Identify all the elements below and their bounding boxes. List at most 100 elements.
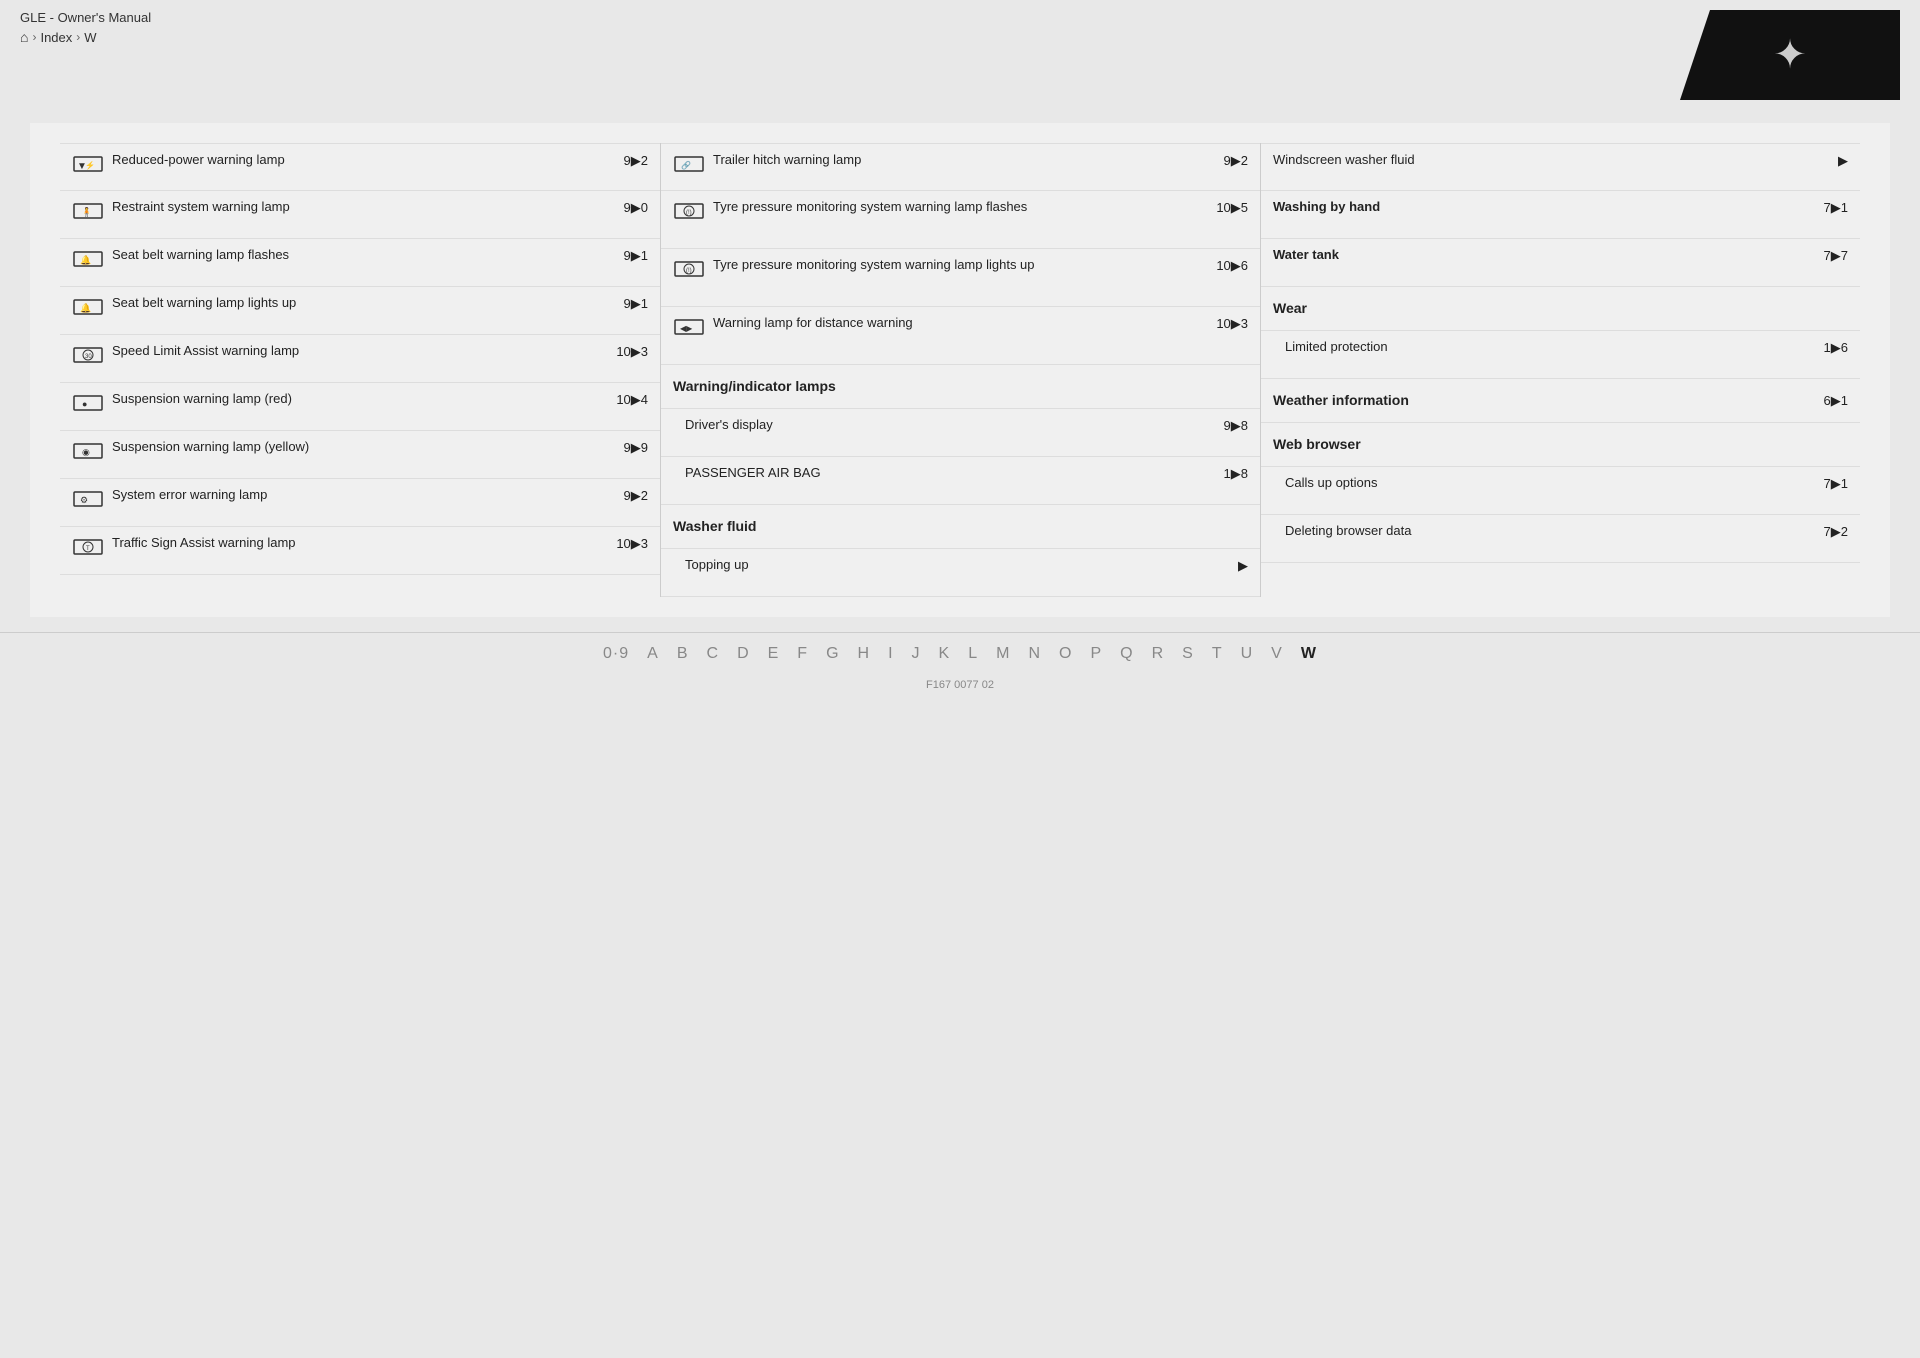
index-grid: ▼⚡ Reduced-power warning lamp 9▶2 🧍 Rest… <box>60 143 1860 597</box>
nav-item-l[interactable]: L <box>968 645 978 663</box>
nav-item-u[interactable]: U <box>1241 645 1254 663</box>
entry-page: 7▶2 <box>1818 524 1848 540</box>
nav-item-e[interactable]: E <box>768 645 780 663</box>
svg-text:⚙: ⚙ <box>80 495 88 505</box>
speed-limit-icon: 30 <box>72 344 104 366</box>
list-item[interactable]: (!) Tyre pressure monitoring system warn… <box>661 249 1260 307</box>
nav-item-d[interactable]: D <box>737 645 750 663</box>
entry-page: 10▶5 <box>1216 200 1248 216</box>
list-item[interactable]: 🔔 Seat belt warning lamp flashes 9▶1 <box>60 239 660 287</box>
list-item[interactable]: Limited protection 1▶6 <box>1261 331 1860 379</box>
nav-item-p[interactable]: P <box>1090 645 1102 663</box>
home-icon[interactable]: ⌂ <box>20 29 28 45</box>
document-title: GLE - Owner's Manual <box>20 10 151 25</box>
section-header-washer: Washer fluid <box>661 505 1260 549</box>
nav-item-o[interactable]: O <box>1059 645 1072 663</box>
list-item[interactable]: (!) Tyre pressure monitoring system warn… <box>661 191 1260 249</box>
list-item[interactable]: T Traffic Sign Assist warning lamp 10▶3 <box>60 527 660 575</box>
nav-item-09[interactable]: 0·9 <box>603 645 629 663</box>
entry-label: Speed Limit Assist warning lamp <box>112 343 608 360</box>
breadcrumb: ⌂ › Index › W <box>20 29 151 45</box>
page-header: GLE - Owner's Manual ⌂ › Index › W ✦ <box>0 0 1920 108</box>
nav-item-f[interactable]: F <box>797 645 808 663</box>
nav-item-g[interactable]: G <box>826 645 839 663</box>
list-item[interactable]: Windscreen washer fluid ▶ <box>1261 143 1860 191</box>
section-title: Web browser <box>1273 435 1848 453</box>
nav-item-t[interactable]: T <box>1212 645 1223 663</box>
breadcrumb-w[interactable]: W <box>84 30 96 45</box>
nav-item-b[interactable]: B <box>677 645 689 663</box>
nav-item-q[interactable]: Q <box>1120 645 1133 663</box>
nav-item-w[interactable]: W <box>1301 645 1317 663</box>
nav-item-v[interactable]: V <box>1271 645 1283 663</box>
entry-label: PASSENGER AIR BAG <box>685 465 1210 482</box>
nav-item-n[interactable]: N <box>1028 645 1041 663</box>
breadcrumb-index[interactable]: Index <box>40 30 72 45</box>
entry-label: Topping up <box>685 557 1210 574</box>
list-item[interactable]: ◉ Suspension warning lamp (yellow) 9▶9 <box>60 431 660 479</box>
entry-label: Seat belt warning lamp lights up <box>112 295 610 312</box>
list-item[interactable]: Driver's display 9▶8 <box>661 409 1260 457</box>
nav-item-h[interactable]: H <box>858 645 871 663</box>
nav-item-c[interactable]: C <box>707 645 720 663</box>
svg-text:◀▶: ◀▶ <box>680 324 693 333</box>
section-title: Weather information <box>1273 391 1810 409</box>
list-item[interactable]: 🧍 Restraint system warning lamp 9▶0 <box>60 191 660 239</box>
traffic-sign-icon: T <box>72 536 104 558</box>
list-item[interactable]: 🔔 Seat belt warning lamp lights up 9▶1 <box>60 287 660 335</box>
entry-page: 9▶0 <box>618 200 648 216</box>
section-header-wear: Wear <box>1261 287 1860 331</box>
nav-item-i[interactable]: I <box>888 645 893 663</box>
entry-page: 9▶2 <box>618 488 648 504</box>
logo-area: ✦ <box>1680 10 1900 100</box>
bottom-navigation: 0·9 A B C D E F G H I J K L M N O P Q R … <box>0 632 1920 675</box>
entry-page: 10▶6 <box>1216 258 1248 274</box>
entry-page: 9▶1 <box>618 296 648 312</box>
section-header-browser: Web browser <box>1261 423 1860 467</box>
list-item[interactable]: Washing by hand 7▶1 <box>1261 191 1860 239</box>
reduced-power-icon: ▼⚡ <box>72 153 104 175</box>
trailer-icon: 🔗 <box>673 153 705 175</box>
restraint-icon: 🧍 <box>72 200 104 222</box>
main-content: ▼⚡ Reduced-power warning lamp 9▶2 🧍 Rest… <box>30 123 1890 617</box>
entry-label: Traffic Sign Assist warning lamp <box>112 535 608 552</box>
list-item[interactable]: Topping up ▶ <box>661 549 1260 597</box>
entry-page: 10▶3 <box>1216 316 1248 332</box>
suspension-yellow-icon: ◉ <box>72 440 104 462</box>
svg-text:◉: ◉ <box>82 447 90 457</box>
breadcrumb-sep-2: › <box>76 30 80 44</box>
entry-label: Warning lamp for distance warning <box>713 315 1208 332</box>
list-item[interactable]: Deleting browser data 7▶2 <box>1261 515 1860 563</box>
nav-item-s[interactable]: S <box>1182 645 1194 663</box>
entry-label: Limited protection <box>1285 339 1810 356</box>
list-item[interactable]: 30 Speed Limit Assist warning lamp 10▶3 <box>60 335 660 383</box>
mercedes-star-icon: ✦ <box>1773 32 1807 78</box>
entry-label: Restraint system warning lamp <box>112 199 610 216</box>
list-item[interactable]: ▼⚡ Reduced-power warning lamp 9▶2 <box>60 143 660 191</box>
entry-page: 10▶3 <box>616 344 648 360</box>
list-item[interactable]: ◀▶ Warning lamp for distance warning 10▶… <box>661 307 1260 365</box>
list-item[interactable]: PASSENGER AIR BAG 1▶8 <box>661 457 1260 505</box>
list-item[interactable]: ● Suspension warning lamp (red) 10▶4 <box>60 383 660 431</box>
list-item[interactable]: ⚙ System error warning lamp 9▶2 <box>60 479 660 527</box>
list-item[interactable]: Water tank 7▶7 <box>1261 239 1860 287</box>
entry-label: Tyre pressure monitoring system warning … <box>713 199 1208 216</box>
nav-item-a[interactable]: A <box>647 645 659 663</box>
nav-item-k[interactable]: K <box>939 645 951 663</box>
entry-page: 7▶1 <box>1818 200 1848 216</box>
svg-text:⚡: ⚡ <box>85 160 95 170</box>
svg-text:🔔: 🔔 <box>80 303 91 313</box>
entry-label: Suspension warning lamp (red) <box>112 391 608 408</box>
nav-item-r[interactable]: R <box>1152 645 1165 663</box>
list-item[interactable]: Calls up options 7▶1 <box>1261 467 1860 515</box>
breadcrumb-sep-1: › <box>32 30 36 44</box>
entry-label: Tyre pressure monitoring system warning … <box>713 257 1208 274</box>
section-header-warning: Warning/indicator lamps <box>661 365 1260 409</box>
nav-item-m[interactable]: M <box>996 645 1010 663</box>
list-item[interactable]: 🔗 Trailer hitch warning lamp 9▶2 <box>661 143 1260 191</box>
entry-page: 10▶3 <box>616 536 648 552</box>
entry-page: ▶ <box>1218 558 1248 574</box>
seatbelt-light-icon: 🔔 <box>72 296 104 318</box>
entry-label: Seat belt warning lamp flashes <box>112 247 610 264</box>
nav-item-j[interactable]: J <box>912 645 921 663</box>
